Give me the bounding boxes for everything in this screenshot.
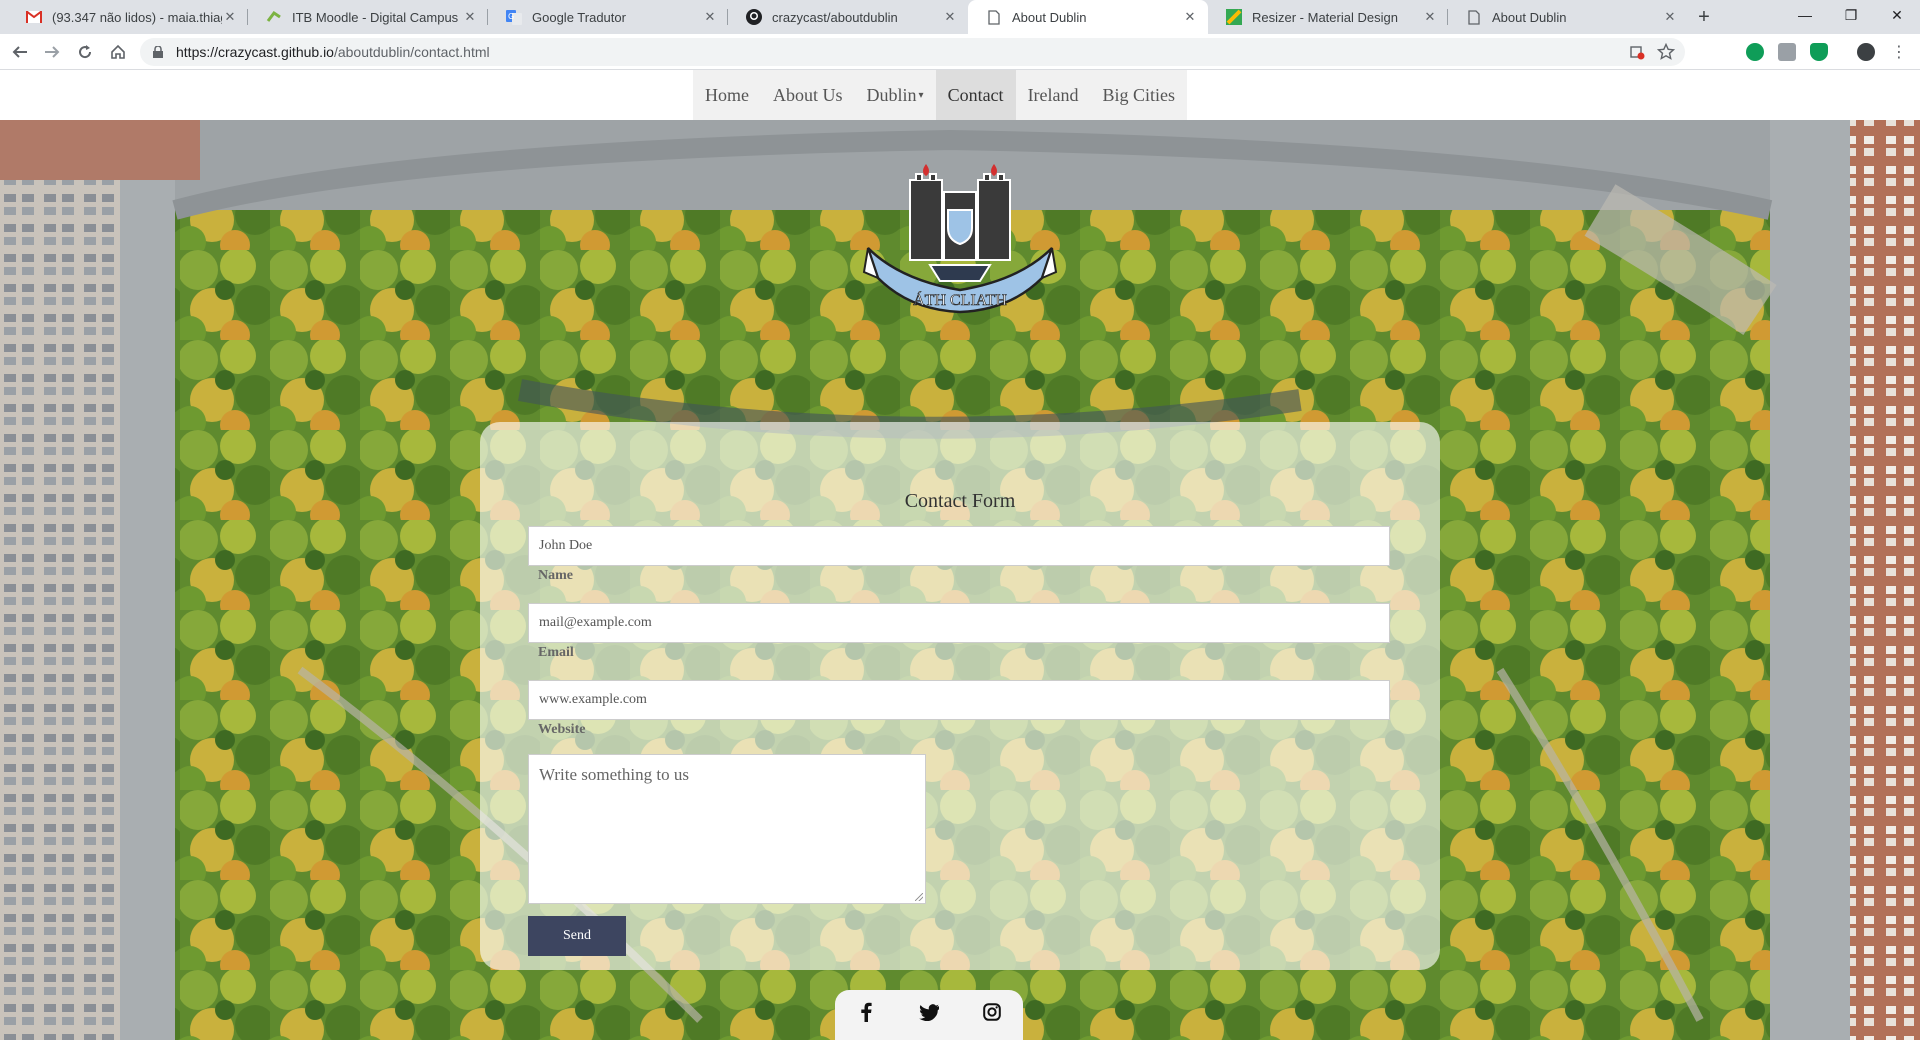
contact-form-card: Contact Form John Doe Name mail@example.…	[480, 422, 1440, 970]
website-placeholder: www.example.com	[539, 692, 647, 707]
moodle-icon	[266, 9, 282, 25]
message-placeholder: Write something to us	[539, 765, 689, 784]
twitter-icon[interactable]	[918, 1001, 940, 1023]
github-icon	[746, 9, 762, 25]
nav-home[interactable]: Home	[693, 70, 761, 120]
maximize-icon[interactable]: ❐	[1828, 0, 1874, 30]
close-tab-icon[interactable]: ✕	[222, 9, 238, 25]
dublin-crest-logo: ÁTH CLIATH	[862, 164, 1058, 314]
tab-resizer[interactable]: Resizer - Material Design ✕	[1208, 0, 1448, 34]
nav-label: Big Cities	[1102, 84, 1176, 105]
home-icon[interactable]	[104, 38, 132, 66]
name-input[interactable]: John Doe	[528, 526, 1390, 566]
site-menu: Home About Us Dublin ▾ Contact Ireland Bi…	[693, 70, 1188, 120]
tab-translate[interactable]: G Google Tradutor ✕	[488, 0, 728, 34]
svg-text:G: G	[508, 12, 514, 21]
browser-menu-icon[interactable]: ⋮	[1891, 42, 1907, 62]
email-placeholder: mail@example.com	[539, 615, 652, 630]
resizer-icon	[1226, 9, 1242, 25]
nav-label: About Us	[773, 84, 843, 105]
nav-label: Dublin	[866, 84, 917, 105]
back-icon[interactable]	[6, 38, 34, 66]
translate-icon: G	[506, 9, 522, 25]
url-text: https://crazycast.github.io/aboutdublin/…	[176, 44, 490, 60]
message-textarea[interactable]: Write something to us	[528, 754, 926, 904]
minimize-icon[interactable]: —	[1782, 0, 1828, 30]
tab-moodle[interactable]: ITB Moodle - Digital Campus ✕	[248, 0, 488, 34]
website-input[interactable]: www.example.com	[528, 680, 1390, 720]
forward-icon[interactable]	[38, 38, 66, 66]
nav-contact[interactable]: Contact	[935, 70, 1016, 120]
avatar[interactable]	[1857, 43, 1875, 61]
crest-text: ÁTH CLIATH	[913, 290, 1007, 309]
name-label: Name	[538, 568, 573, 583]
tab-title: (93.347 não lidos) - maia.thiago@	[52, 9, 222, 25]
window-close-icon[interactable]: ✕	[1874, 0, 1920, 30]
blocked-popup-icon[interactable]	[1629, 44, 1645, 65]
facebook-icon[interactable]	[855, 1001, 877, 1023]
tab-title: Google Tradutor	[532, 9, 626, 25]
grammarly-icon[interactable]	[1746, 43, 1764, 61]
url-path: /aboutdublin/contact.html	[333, 44, 490, 60]
send-button[interactable]: Send	[528, 916, 626, 956]
nav-label: Contact	[947, 84, 1004, 105]
form-title: Contact Form	[904, 490, 1016, 512]
site-navbar: Home About Us Dublin ▾ Contact Ireland Bi…	[0, 70, 1920, 120]
close-tab-icon[interactable]: ✕	[942, 9, 958, 25]
page: Home About Us Dublin ▾ Contact Ireland Bi…	[0, 70, 1920, 1040]
close-tab-icon[interactable]: ✕	[1422, 9, 1438, 25]
url-host: https://crazycast.github.io	[176, 44, 334, 60]
email-label: Email	[538, 645, 574, 660]
nav-dublin-dropdown[interactable]: Dublin ▾	[855, 70, 936, 120]
tab-github[interactable]: crazycast/aboutdublin ✕	[728, 0, 968, 34]
instagram-icon[interactable]	[981, 1001, 1003, 1023]
close-tab-icon[interactable]: ✕	[462, 9, 478, 25]
social-links	[835, 990, 1023, 1040]
resize-handle-icon[interactable]	[915, 893, 923, 901]
new-tab-icon[interactable]: +	[1692, 0, 1716, 34]
gmail-icon	[26, 9, 42, 25]
tab-title: About Dublin	[1492, 9, 1567, 25]
reload-icon[interactable]	[71, 38, 99, 66]
nav-ireland[interactable]: Ireland	[1016, 70, 1091, 120]
tab-title: Resizer - Material Design	[1252, 9, 1398, 25]
close-tab-icon[interactable]: ✕	[1182, 9, 1198, 25]
page-icon	[1466, 9, 1482, 25]
nav-label: Ireland	[1027, 84, 1079, 105]
nav-label: Home	[705, 84, 749, 105]
page-icon	[986, 9, 1002, 25]
close-tab-icon[interactable]: ✕	[1662, 9, 1678, 25]
tab-title: About Dublin	[1012, 9, 1087, 25]
tab-about-dublin[interactable]: About Dublin ✕	[1448, 0, 1688, 34]
lock-icon[interactable]	[152, 46, 164, 58]
bookmark-star-icon[interactable]	[1656, 42, 1676, 66]
nav-big-cities[interactable]: Big Cities	[1091, 70, 1188, 120]
name-placeholder: John Doe	[539, 538, 593, 553]
tab-gmail[interactable]: (93.347 não lidos) - maia.thiago@ ✕	[8, 0, 248, 34]
shield-icon[interactable]	[1810, 43, 1828, 61]
tab-title: ITB Moodle - Digital Campus	[292, 9, 459, 25]
nav-about-us[interactable]: About Us	[761, 70, 855, 120]
tab-strip: (93.347 não lidos) - maia.thiago@ ✕ ITB …	[0, 0, 1920, 34]
tab-title: crazycast/aboutdublin	[772, 9, 898, 25]
tab-about-dublin-active[interactable]: About Dublin ✕	[968, 0, 1208, 34]
browser-toolbar: https://crazycast.github.io/aboutdublin/…	[0, 34, 1920, 70]
extension-icon[interactable]	[1778, 43, 1796, 61]
close-tab-icon[interactable]: ✕	[702, 9, 718, 25]
caret-down-icon: ▾	[918, 89, 924, 101]
address-bar[interactable]: https://crazycast.github.io/aboutdublin/…	[140, 38, 1685, 66]
website-label: Website	[538, 722, 586, 737]
email-input[interactable]: mail@example.com	[528, 603, 1390, 643]
